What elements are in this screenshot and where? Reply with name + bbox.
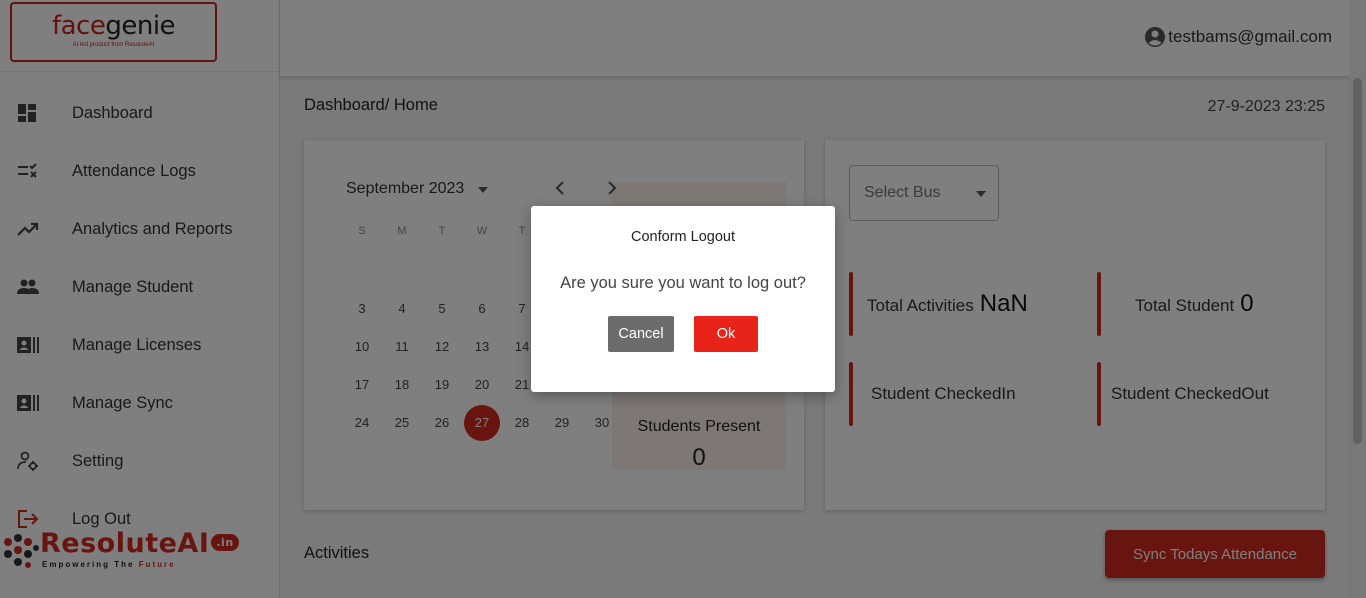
cancel-button[interactable]: Cancel (608, 316, 674, 352)
logout-confirm-dialog: Conform Logout Are you sure you want to … (531, 206, 835, 392)
dialog-title: Conform Logout (631, 229, 735, 245)
ok-button[interactable]: Ok (694, 316, 758, 352)
dialog-message: Are you sure you want to log out? (560, 274, 806, 292)
